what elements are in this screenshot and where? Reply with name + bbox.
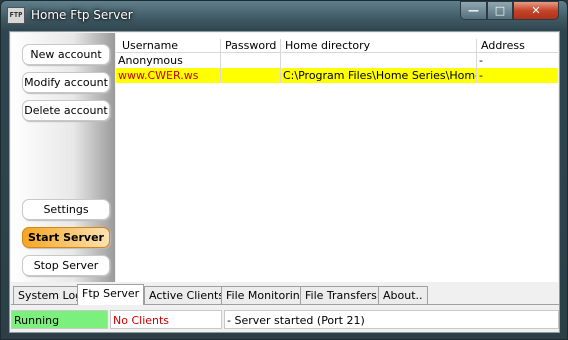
tab-bar: System Log Ftp Server Active Clients Fil…	[11, 284, 559, 305]
new-account-button[interactable]: New account	[22, 44, 110, 65]
client-area: New account Modify account Delete accoun…	[9, 31, 560, 333]
cell-username: Anonymous	[118, 54, 183, 67]
cell-address: -	[476, 68, 558, 83]
column-header-home-directory[interactable]: Home directory	[280, 39, 476, 52]
status-bar: Running No Clients - Server started (Por…	[11, 309, 559, 331]
server-message-status: - Server started (Port 21)	[224, 310, 559, 329]
tab-about[interactable]: About..	[378, 286, 428, 304]
column-header-address[interactable]: Address	[476, 39, 558, 52]
cell-home-directory: C:\Program Files\Home Series\Home Ftp	[280, 68, 476, 83]
cell-username: www.CWER.ws	[118, 69, 199, 82]
table-row[interactable]: Anonymous -	[116, 53, 558, 68]
cell-password	[220, 53, 280, 68]
clients-status: No Clients	[110, 310, 222, 329]
title-bar[interactable]: FTP Home Ftp Server — □ ✕	[1, 1, 567, 31]
stop-server-button[interactable]: Stop Server	[22, 255, 110, 276]
tab-file-transfers[interactable]: File Transfers	[300, 286, 382, 304]
tab-file-monitoring[interactable]: File Monitoring	[221, 286, 312, 304]
close-button[interactable]: ✕	[513, 1, 559, 20]
table-header: Username Password Home directory Address	[116, 39, 558, 53]
column-header-password[interactable]: Password	[220, 39, 280, 52]
close-icon: ✕	[531, 4, 541, 17]
ftp-app-icon[interactable]: FTP	[7, 7, 25, 24]
maximize-button[interactable]: □	[487, 1, 513, 20]
settings-button[interactable]: Settings	[22, 199, 110, 220]
maximize-icon: □	[494, 4, 506, 17]
sidebar: New account Modify account Delete accoun…	[11, 33, 115, 282]
tab-ftp-server[interactable]: Ftp Server	[77, 284, 145, 305]
minimize-icon: —	[468, 4, 479, 17]
start-server-button[interactable]: Start Server	[22, 227, 110, 248]
cell-address: -	[476, 53, 558, 68]
accounts-table[interactable]: Username Password Home directory Address…	[116, 33, 558, 282]
cell-password	[220, 68, 280, 83]
modify-account-button[interactable]: Modify account	[22, 72, 110, 93]
window-title: Home Ftp Server	[31, 8, 133, 22]
cell-home-directory	[280, 53, 476, 68]
tab-active-clients[interactable]: Active Clients	[144, 286, 230, 304]
server-state-status: Running	[11, 310, 108, 329]
column-header-username[interactable]: Username	[116, 39, 220, 52]
delete-account-button[interactable]: Delete account	[22, 100, 110, 121]
minimize-button[interactable]: —	[460, 1, 487, 20]
app-window: FTP Home Ftp Server — □ ✕ New account Mo…	[0, 0, 568, 340]
table-row-selected[interactable]: www.CWER.ws C:\Program Files\Home Series…	[116, 68, 558, 83]
